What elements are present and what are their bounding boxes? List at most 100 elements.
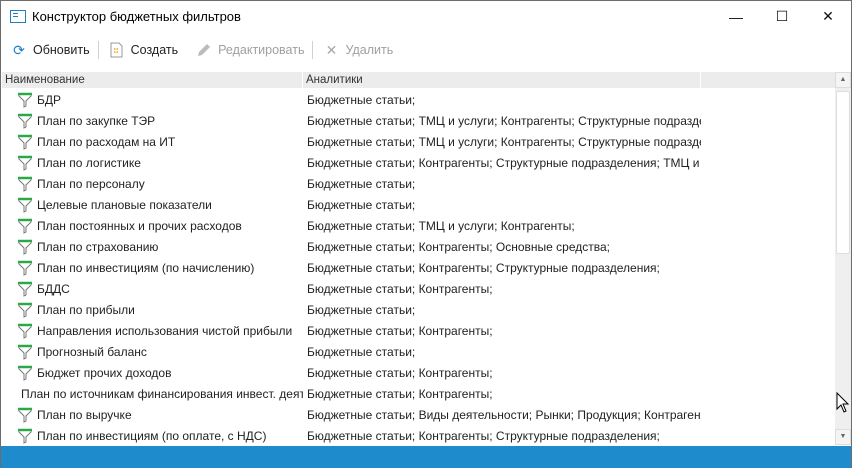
- window-title: Конструктор бюджетных фильтров: [32, 9, 241, 24]
- filter-name: План по выручке: [37, 407, 132, 422]
- filter-funnel-icon: [18, 239, 32, 255]
- filter-funnel-icon: [18, 134, 32, 150]
- filter-funnel-icon: [18, 428, 32, 444]
- minimize-button[interactable]: —: [713, 1, 759, 32]
- filter-name: План постоянных и прочих расходов: [37, 218, 242, 233]
- analytics-cell: Бюджетные статьи; Контрагенты;: [307, 365, 493, 380]
- table-row[interactable]: План по закупке ТЭР Бюджетные статьи; ТМЦ…: [2, 110, 834, 131]
- table-row[interactable]: БДДС Бюджетные статьи; Контрагенты;: [2, 278, 834, 299]
- filter-list: БДР Бюджетные статьи; План по закупке ТЭР Б…: [2, 89, 834, 446]
- filter-name-cell: План по источникам финансирования инвест…: [2, 386, 303, 402]
- analytics-cell: Бюджетные статьи; ТМЦ и услуги; Контраге…: [307, 113, 701, 128]
- filter-funnel-icon: [18, 92, 32, 108]
- delete-label: Удалить: [345, 43, 394, 57]
- create-button[interactable]: Создать: [99, 38, 187, 62]
- refresh-icon: ⟳: [13, 41, 25, 58]
- filter-funnel-icon: [18, 155, 32, 171]
- table-row[interactable]: План по расходам на ИТ Бюджетные статьи; …: [2, 131, 834, 152]
- filter-name-cell: План по инвестициям (по оплате, с НДС): [2, 428, 303, 444]
- filter-name: План по логистике: [37, 155, 141, 170]
- filter-funnel-icon: [18, 344, 32, 360]
- analytics-cell: Бюджетные статьи; ТМЦ и услуги; Контраге…: [307, 218, 575, 233]
- column-header-name[interactable]: Наименование: [2, 72, 303, 88]
- analytics-cell: Бюджетные статьи;: [307, 344, 416, 359]
- filter-funnel-icon: [18, 365, 32, 381]
- edit-button[interactable]: Редактировать: [186, 38, 312, 62]
- filter-funnel-icon: [18, 281, 32, 297]
- analytics-cell: Бюджетные статьи; ТМЦ и услуги; Контраге…: [307, 134, 701, 149]
- title-bar: Конструктор бюджетных фильтров — ☐ ✕: [1, 1, 851, 32]
- edit-label: Редактировать: [218, 43, 305, 57]
- delete-button[interactable]: ✕ Удалить: [313, 38, 401, 62]
- filter-name-cell: Бюджет прочих доходов: [2, 365, 303, 381]
- filter-name-cell: План по расходам на ИТ: [2, 134, 303, 150]
- analytics-cell: Бюджетные статьи;: [307, 92, 416, 107]
- filter-funnel-icon: [18, 323, 32, 339]
- analytics-cell: Бюджетные статьи;: [307, 302, 416, 317]
- table-row[interactable]: Прогнозный баланс Бюджетные статьи;: [2, 341, 834, 362]
- refresh-button[interactable]: ⟳ Обновить: [1, 38, 98, 62]
- table-row[interactable]: Направления использования чистой прибыли…: [2, 320, 834, 341]
- filter-name: БДР: [37, 92, 62, 107]
- pencil-icon: [196, 42, 212, 58]
- column-header-filler: [701, 72, 836, 88]
- filter-name: План по инвестициям (по начислению): [37, 260, 255, 275]
- filter-name-cell: БДДС: [2, 281, 303, 297]
- vertical-scrollbar[interactable]: ▲ ▼: [835, 72, 851, 445]
- table-row[interactable]: План постоянных и прочих расходов Бюджетн…: [2, 215, 834, 236]
- analytics-cell: Бюджетные статьи; Контрагенты; Структурн…: [307, 155, 701, 170]
- table-row[interactable]: План по инвестициям (по оплате, с НДС) Бю…: [2, 425, 834, 446]
- budget-filter-window: Конструктор бюджетных фильтров — ☐ ✕ ⟳ О…: [0, 0, 852, 468]
- filter-name: Бюджет прочих доходов: [37, 365, 172, 380]
- table-row[interactable]: План по прибыли Бюджетные статьи;: [2, 299, 834, 320]
- filter-funnel-icon: [18, 113, 32, 129]
- filter-name-cell: План по персоналу: [2, 176, 303, 192]
- filter-name: БДДС: [37, 281, 70, 296]
- status-bar: [1, 446, 851, 468]
- scrollbar-thumb[interactable]: [836, 91, 850, 254]
- filter-name: План по персоналу: [37, 176, 145, 191]
- scroll-down-button[interactable]: ▼: [835, 429, 851, 445]
- filter-name: Прогнозный баланс: [37, 344, 147, 359]
- toolbar: ⟳ Обновить Создать Редактировать ✕ Удали…: [1, 38, 401, 62]
- table-row[interactable]: Целевые плановые показатели Бюджетные ста…: [2, 194, 834, 215]
- analytics-cell: Бюджетные статьи; Контрагенты; Структурн…: [307, 260, 660, 275]
- close-button[interactable]: ✕: [805, 1, 851, 32]
- filter-name-cell: План по закупке ТЭР: [2, 113, 303, 129]
- column-header-analytics[interactable]: Аналитики: [303, 72, 701, 88]
- table-row[interactable]: План по персоналу Бюджетные статьи;: [2, 173, 834, 194]
- new-document-icon: [109, 42, 125, 58]
- analytics-cell: Бюджетные статьи;: [307, 197, 416, 212]
- table-row[interactable]: План по страхованию Бюджетные статьи; Кон…: [2, 236, 834, 257]
- filter-name: План по источникам финансирования инвест…: [21, 386, 303, 401]
- filter-funnel-icon: [18, 197, 32, 213]
- table-row[interactable]: План по источникам финансирования инвест…: [2, 383, 834, 404]
- filter-funnel-icon: [18, 407, 32, 423]
- filter-name-cell: План по выручке: [2, 407, 303, 423]
- analytics-cell: Бюджетные статьи; Контрагенты;: [307, 386, 493, 401]
- analytics-cell: Бюджетные статьи; Контрагенты;: [307, 323, 493, 338]
- filter-name-cell: Целевые плановые показатели: [2, 197, 303, 213]
- filter-funnel-icon: [18, 302, 32, 318]
- analytics-cell: Бюджетные статьи; Контрагенты; Структурн…: [307, 428, 660, 443]
- table-row[interactable]: Бюджет прочих доходов Бюджетные статьи; К…: [2, 362, 834, 383]
- filter-name-cell: План постоянных и прочих расходов: [2, 218, 303, 234]
- table-row[interactable]: План по выручке Бюджетные статьи; Виды де…: [2, 404, 834, 425]
- filter-name: Целевые плановые показатели: [37, 197, 212, 212]
- filter-funnel-icon: [18, 218, 32, 234]
- filter-name-cell: План по прибыли: [2, 302, 303, 318]
- delete-x-icon: ✕: [325, 41, 338, 58]
- maximize-button[interactable]: ☐: [759, 1, 805, 32]
- table-row[interactable]: План по инвестициям (по начислению) Бюдже…: [2, 257, 834, 278]
- analytics-cell: Бюджетные статьи; Виды деятельности; Рын…: [307, 407, 701, 422]
- analytics-cell: Бюджетные статьи;: [307, 176, 416, 191]
- filter-name-cell: Направления использования чистой прибыли: [2, 323, 303, 339]
- filter-name-cell: План по инвестициям (по начислению): [2, 260, 303, 276]
- analytics-cell: Бюджетные статьи; Контрагенты; Основные …: [307, 239, 610, 254]
- table-header: Наименование Аналитики: [2, 72, 836, 88]
- filter-name: План по инвестициям (по оплате, с НДС): [37, 428, 267, 443]
- scroll-up-button[interactable]: ▲: [835, 72, 851, 88]
- table-row[interactable]: БДР Бюджетные статьи;: [2, 89, 834, 110]
- filter-name: План по прибыли: [37, 302, 135, 317]
- table-row[interactable]: План по логистике Бюджетные статьи; Контр…: [2, 152, 834, 173]
